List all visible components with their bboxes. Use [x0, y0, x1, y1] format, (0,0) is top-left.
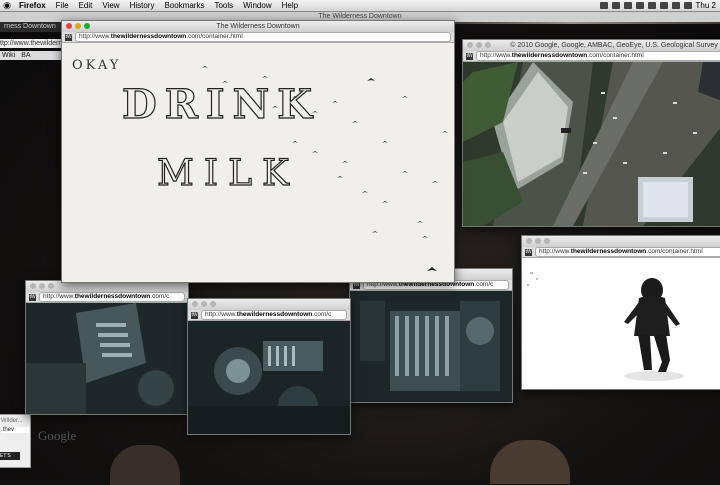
close-icon[interactable] — [30, 283, 36, 289]
bookmark-ba[interactable]: BA — [21, 51, 30, 60]
google-logo: Google — [38, 428, 77, 443]
drawing-window-title: The Wilderness Downtown — [216, 23, 300, 30]
aerial-map-view[interactable] — [463, 62, 720, 226]
menu-bookmarks[interactable]: Bookmarks — [159, 0, 209, 11]
minimize-icon[interactable] — [201, 301, 207, 307]
window-controls — [30, 283, 54, 289]
machine-b-address-bar: tW http://www.thewildernessdowntown.com/… — [188, 310, 350, 321]
menu-help[interactable]: Help — [277, 0, 303, 11]
mini-window-title: Wilder... — [1, 418, 23, 424]
machine-window-c: tW http://www.thewildernessdowntown.com/… — [349, 268, 513, 403]
menu-clock[interactable]: Thu 2 — [696, 0, 716, 11]
favicon-icon: tW — [191, 311, 198, 319]
map-window-titlebar[interactable]: © 2010 Google, Google, AMBAC, GeoEye, U.… — [463, 40, 720, 51]
drawing-window: The Wilderness Downtown tW http://www.th… — [61, 20, 455, 283]
machine-window-a: tW http://www.thewildernessdowntown.com/… — [25, 280, 189, 415]
machine-b-view[interactable] — [188, 321, 350, 434]
drawing-window-titlebar[interactable]: The Wilderness Downtown — [62, 21, 454, 32]
machine-a-address-bar: tW http://www.thewildernessdowntown.com/… — [26, 292, 188, 303]
battery-icon[interactable] — [671, 2, 680, 9]
menu-app[interactable]: Firefox — [14, 0, 51, 11]
favicon-icon: tW — [525, 248, 532, 256]
machine-b-url-field[interactable]: http://www.thewildernessdowntown.com/c — [201, 310, 347, 320]
dropbox-icon[interactable] — [599, 2, 608, 9]
menu-tools[interactable]: Tools — [209, 0, 238, 11]
status-area: Thu 2 — [599, 0, 720, 11]
mini-window: Wilder... .thev ET'S — [0, 414, 31, 468]
drawing-url-field[interactable]: http://www.thewildernessdowntown.com/con… — [75, 32, 451, 42]
map-address-bar: tW http://www.thewildernessdowntown.com/… — [463, 51, 720, 62]
window-controls — [526, 238, 550, 244]
minimize-icon[interactable] — [39, 283, 45, 289]
menu-view[interactable]: View — [97, 0, 124, 11]
mini-window-url[interactable]: .thev — [1, 427, 29, 433]
volume-icon[interactable] — [659, 2, 668, 9]
menu-edit[interactable]: Edit — [74, 0, 98, 11]
zoom-icon[interactable] — [48, 283, 54, 289]
drawn-word-okay: OKAY — [72, 58, 121, 73]
runner-window: tW http://www.thewildernessdowntown.com/… — [521, 235, 720, 390]
map-window: © 2010 Google, Google, AMBAC, GeoEye, U.… — [462, 39, 720, 227]
runner-window-titlebar[interactable] — [522, 236, 720, 247]
footer-faint-text: · · · — [540, 434, 550, 440]
drawn-word-drink: DRINK — [122, 81, 320, 128]
menu-window[interactable]: Window — [238, 0, 276, 11]
drawing-address-bar: tW http://www.thewildernessdowntown.com/… — [62, 32, 454, 43]
bookmark-wiki[interactable]: Wiki — [2, 51, 15, 60]
runner-address-bar: tW http://www.thewildernessdowntown.com/… — [522, 247, 720, 258]
machine-a-url-field[interactable]: http://www.thewildernessdowntown.com/c — [39, 292, 185, 302]
runner-view[interactable] — [522, 258, 720, 389]
aerial-map-image — [463, 62, 720, 226]
background-browser-tab[interactable]: rness Downtown — [0, 22, 66, 32]
map-window-title: © 2010 Google, Google, AMBAC, GeoEye, U.… — [510, 42, 718, 49]
timemachine-icon[interactable] — [635, 2, 644, 9]
wifi-icon[interactable] — [647, 2, 656, 9]
favicon-icon: tW — [466, 52, 473, 60]
map-url-field[interactable]: http://www.thewildernessdowntown.com/con… — [476, 51, 720, 61]
drawing-canvas[interactable]: OKAY DRINK MILK — [62, 43, 454, 282]
bird-lettering-canvas: OKAY DRINK MILK — [72, 58, 448, 271]
machinery-image — [26, 303, 188, 414]
apple-menu-icon[interactable]: ◉ — [0, 0, 14, 11]
bluetooth-icon[interactable] — [623, 2, 632, 9]
sync-icon[interactable] — [611, 2, 620, 9]
machinery-image — [350, 291, 512, 402]
flag-icon[interactable] — [683, 2, 692, 9]
machinery-image — [188, 321, 350, 434]
mini-window-button[interactable]: ET'S — [0, 452, 20, 460]
machine-window-b-titlebar[interactable] — [188, 299, 350, 310]
zoom-icon[interactable] — [544, 238, 550, 244]
runner-url-field[interactable]: http://www.thewildernessdowntown.com/con… — [535, 247, 720, 257]
close-icon[interactable] — [192, 301, 198, 307]
machine-window-b: tW http://www.thewildernessdowntown.com/… — [187, 298, 351, 435]
close-icon[interactable] — [526, 238, 532, 244]
menu-bar: ◉ Firefox File Edit View History Bookmar… — [0, 0, 720, 12]
background-bookmarks-bar: Wiki BA — [0, 51, 64, 60]
menu-file[interactable]: File — [51, 0, 74, 11]
background-address-bar[interactable]: ttp://www.thewilderness — [0, 39, 62, 48]
minimize-icon[interactable] — [535, 238, 541, 244]
machine-a-view[interactable] — [26, 303, 188, 414]
menu-history[interactable]: History — [125, 0, 160, 11]
favicon-icon: tW — [29, 293, 36, 301]
machine-c-view[interactable] — [350, 291, 512, 402]
favicon-icon: tW — [65, 33, 72, 41]
window-controls — [192, 301, 216, 307]
drawn-word-milk: MILK — [157, 153, 299, 194]
zoom-icon[interactable] — [210, 301, 216, 307]
hooded-runner-figure — [527, 272, 684, 381]
